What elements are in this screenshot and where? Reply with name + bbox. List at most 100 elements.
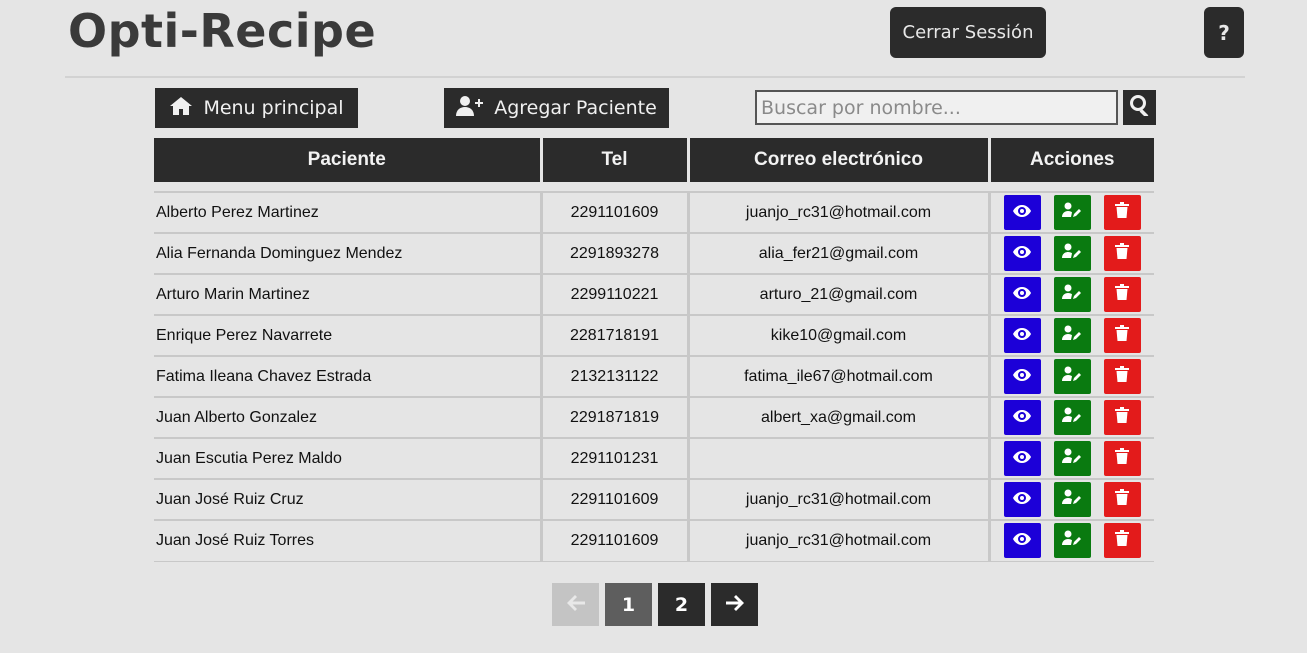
user-edit-icon (1062, 243, 1082, 264)
patient-actions-cell (987, 519, 1155, 562)
view-patient-button[interactable] (1003, 195, 1041, 230)
patient-tel-cell: 2291101231 (539, 437, 688, 480)
user-edit-icon (1062, 325, 1082, 346)
header-divider (65, 76, 1245, 78)
search-input[interactable] (755, 90, 1118, 125)
trash-icon (1115, 448, 1130, 469)
delete-patient-button[interactable] (1103, 277, 1141, 312)
delete-patient-button[interactable] (1103, 482, 1141, 517)
edit-patient-button[interactable] (1053, 277, 1091, 312)
patient-tel-cell: 2291871819 (539, 396, 688, 439)
edit-patient-button[interactable] (1053, 195, 1091, 230)
patient-name-cell: Alberto Perez Martinez (154, 191, 541, 234)
delete-patient-button[interactable] (1103, 523, 1141, 559)
main-menu-button[interactable]: Menu principal (155, 88, 358, 128)
delete-patient-button[interactable] (1103, 359, 1141, 394)
trash-icon (1115, 243, 1130, 264)
eye-icon (1013, 327, 1032, 345)
row-actions (991, 441, 1155, 476)
view-patient-button[interactable] (1003, 400, 1041, 435)
view-patient-button[interactable] (1003, 236, 1041, 271)
column-header-email[interactable]: Correo electrónico (686, 138, 989, 182)
row-actions (991, 318, 1155, 353)
next-page-button[interactable] (711, 583, 758, 626)
patients-table: Paciente Tel Correo electrónico Acciones… (154, 138, 1154, 562)
edit-patient-button[interactable] (1053, 236, 1091, 271)
logout-button[interactable]: Cerrar Sessión (890, 7, 1046, 58)
patient-email-cell: albert_xa@gmail.com (686, 396, 989, 439)
row-actions (991, 482, 1155, 517)
delete-patient-button[interactable] (1103, 400, 1141, 435)
patient-name-cell: Alia Fernanda Dominguez Mendez (154, 232, 541, 275)
user-edit-icon (1062, 489, 1082, 510)
patient-email-cell: kike10@gmail.com (686, 314, 989, 357)
row-actions (991, 195, 1155, 230)
edit-patient-button[interactable] (1053, 318, 1091, 353)
eye-icon (1013, 532, 1032, 550)
user-edit-icon (1062, 284, 1082, 305)
row-actions (991, 523, 1155, 559)
patient-name-cell: Fatima Ileana Chavez Estrada (154, 355, 541, 398)
edit-patient-button[interactable] (1053, 523, 1091, 559)
search-button[interactable] (1123, 90, 1156, 125)
user-edit-icon (1062, 366, 1082, 387)
add-patient-button[interactable]: Agregar Paciente (444, 88, 669, 128)
prev-page-button[interactable] (552, 583, 599, 626)
delete-patient-button[interactable] (1103, 195, 1141, 230)
help-button[interactable]: ? (1204, 7, 1244, 58)
patient-email-cell: alia_fer21@gmail.com (686, 232, 989, 275)
user-edit-icon (1062, 202, 1082, 223)
patient-actions-cell (987, 437, 1155, 480)
view-patient-button[interactable] (1003, 441, 1041, 476)
patient-name-cell: Arturo Marin Martinez (154, 273, 541, 316)
edit-patient-button[interactable] (1053, 359, 1091, 394)
view-patient-button[interactable] (1003, 318, 1041, 353)
delete-patient-button[interactable] (1103, 441, 1141, 476)
view-patient-button[interactable] (1003, 523, 1041, 559)
patient-actions-cell (987, 191, 1155, 234)
column-header-tel[interactable]: Tel (539, 138, 688, 182)
trash-icon (1115, 284, 1130, 305)
arrow-right-icon (725, 594, 744, 616)
patient-email-cell: juanjo_rc31@hotmail.com (686, 519, 989, 562)
trash-icon (1115, 407, 1130, 428)
arrow-left-icon (566, 594, 585, 616)
patient-name-cell: Juan Escutia Perez Maldo (154, 437, 541, 480)
patient-tel-cell: 2132131122 (539, 355, 688, 398)
view-patient-button[interactable] (1003, 482, 1041, 517)
page-button-2[interactable]: 2 (658, 583, 705, 626)
table-row: Juan Escutia Perez Maldo 2291101231 (154, 437, 1155, 480)
patient-actions-cell (987, 273, 1154, 316)
patient-name-cell: Enrique Perez Navarrete (154, 314, 541, 357)
patient-email-cell: juanjo_rc31@hotmail.com (686, 191, 989, 234)
column-header-patient[interactable]: Paciente (154, 138, 541, 182)
trash-icon (1115, 325, 1130, 346)
patient-actions-cell (987, 396, 1154, 439)
view-patient-button[interactable] (1003, 277, 1041, 312)
eye-icon (1013, 368, 1032, 386)
patient-actions-cell (987, 478, 1155, 521)
edit-patient-button[interactable] (1053, 400, 1091, 435)
eye-icon (1013, 286, 1032, 304)
user-edit-icon (1062, 530, 1082, 551)
table-header-row: Paciente Tel Correo electrónico Acciones (154, 138, 1154, 182)
edit-patient-button[interactable] (1053, 482, 1091, 517)
edit-patient-button[interactable] (1053, 441, 1091, 476)
table-row: Juan José Ruiz Cruz 2291101609 juanjo_rc31… (154, 478, 1155, 521)
table-row: Alberto Perez Martinez 2291101609 juanjo_r… (154, 191, 1155, 234)
patient-tel-cell: 2299110221 (539, 273, 688, 316)
trash-icon (1115, 530, 1130, 551)
table-row: Juan José Ruiz Torres 2291101609 juanjo_rc… (154, 519, 1155, 562)
patient-email-cell: arturo_21@gmail.com (686, 273, 989, 316)
delete-patient-button[interactable] (1103, 318, 1141, 353)
patient-email-cell (686, 437, 989, 480)
table-row: Juan Alberto Gonzalez 2291871819 albert_xa… (154, 396, 1154, 439)
delete-patient-button[interactable] (1103, 236, 1141, 271)
page-button-1[interactable]: 1 (605, 583, 652, 626)
eye-icon (1013, 450, 1032, 468)
patient-email-cell: fatima_ile67@hotmail.com (686, 355, 989, 398)
row-actions (991, 236, 1155, 271)
view-patient-button[interactable] (1003, 359, 1041, 394)
user-plus-icon (456, 95, 484, 122)
trash-icon (1115, 489, 1130, 510)
